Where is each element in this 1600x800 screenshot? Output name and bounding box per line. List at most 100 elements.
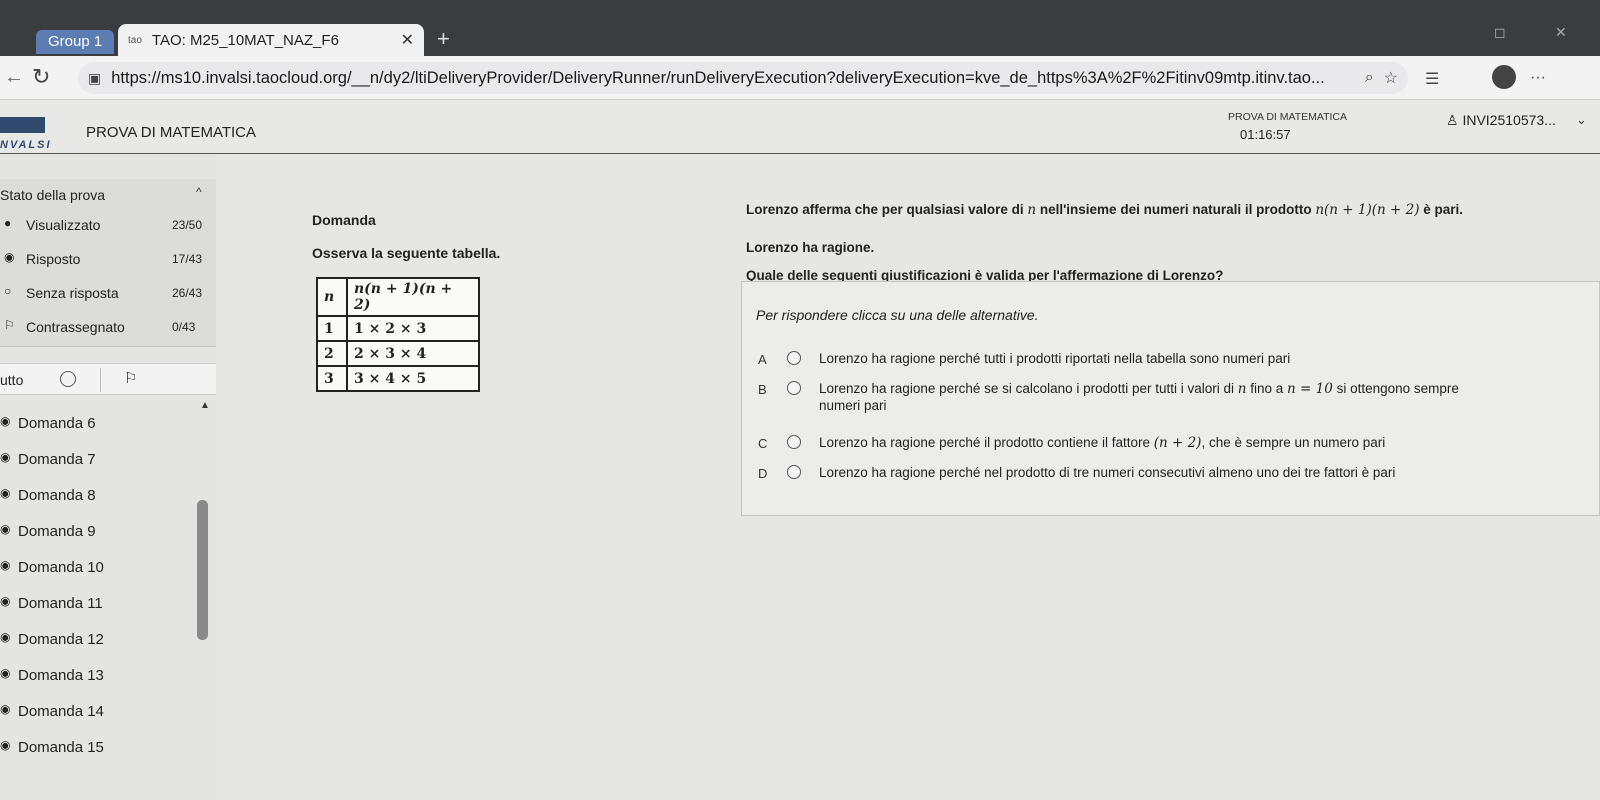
user-id: INVI2510573... [1462,112,1556,128]
table-row: 1 1 × 2 × 3 [316,315,480,342]
table-row: 2 2 × 3 × 4 [316,340,480,367]
table-cell: 2 × 3 × 4 [346,340,480,367]
table-cell: 3 [316,365,348,392]
restore-window-icon[interactable]: ◻ [1494,24,1506,41]
tao-favicon-icon: tao [128,34,142,46]
question-label: Domanda 13 [18,667,104,684]
timer-label: PROVA DI MATEMATICA [1228,111,1348,123]
close-tab-icon[interactable]: ✕ [401,30,414,50]
choice-d[interactable]: D Lorenzo ha ragione perché nel prodotto… [742,458,1600,488]
app-header: NVALSI PROVA DI MATEMATICA PROVA DI MATE… [0,100,1600,154]
zoom-search-icon[interactable]: ⌕ [1365,69,1374,87]
flag-icon: ⚐ [4,318,15,332]
logo-text: NVALSI [0,139,52,151]
question-item[interactable]: ◉ Domanda 9 [0,519,190,545]
flagged-filter-icon[interactable]: ⚐ [124,369,137,387]
answered-icon: ◉ [0,666,11,680]
viewed-icon: ● [4,216,12,230]
close-window-icon[interactable]: ✕ [1555,24,1567,41]
site-info-icon[interactable]: ▣ [88,70,101,87]
answer-instruction: Per rispondere clicca su una delle alter… [756,307,1039,323]
url-field[interactable]: ▣ https://ms10.invalsi.taocloud.org/__n/… [78,62,1408,94]
url-text: https://ms10.invalsi.taocloud.org/__n/dy… [111,68,1325,87]
statement-part: Lorenzo afferma che per qualsiasi valore… [746,202,1024,217]
question-item[interactable]: ◉ Domanda 11 [0,591,190,617]
radio-button[interactable] [787,351,801,365]
status-count: 23/50 [172,218,203,232]
radio-button[interactable] [787,435,801,449]
question-item[interactable]: ◉ Domanda 8 [0,483,190,509]
question-label: Domanda 12 [18,631,104,648]
question-item[interactable]: ◉ Domanda 6 [0,411,190,437]
filter-bar: utto ⚐ [0,363,216,395]
table-cell: 1 [316,315,348,342]
filter-divider [100,368,101,392]
unanswered-filter-icon[interactable] [60,371,76,387]
choice-text-part: Lorenzo ha ragione perché il prodotto co… [819,435,1150,450]
filter-all-tab[interactable]: utto [0,372,23,388]
profile-avatar[interactable] [1492,65,1516,89]
question-item[interactable]: ◉ Domanda 15 [0,735,190,761]
status-viewed[interactable]: ● Visualizzato 23/50 [0,215,216,239]
table-header: n(n + 1)(n + 2) [346,277,480,317]
choice-text-part: Lorenzo ha ragione perché se si calcolan… [819,381,1234,396]
table-intro: Osserva la seguente tabella. [312,245,501,261]
collapse-caret-icon[interactable]: ^ [196,185,202,199]
choice-b[interactable]: B Lorenzo ha ragione perché se si calcol… [742,374,1600,420]
choice-c[interactable]: C Lorenzo ha ragione perché il prodotto … [742,428,1600,458]
math-var: n [1237,381,1247,397]
choice-letter: C [758,436,768,451]
choice-letter: B [758,382,767,397]
unanswered-icon: ○ [4,284,12,298]
favorites-list-icon[interactable]: ☰ [1425,69,1439,89]
answered-icon: ◉ [4,250,15,264]
favorite-star-icon[interactable]: ☆ [1384,68,1398,88]
claim-text: Lorenzo ha ragione. [746,240,875,255]
back-icon[interactable]: ← [4,66,24,89]
more-menu-icon[interactable]: ··· [1530,69,1546,87]
choice-a[interactable]: A Lorenzo ha ragione perché tutti i prod… [742,344,1600,374]
statement-part: nell'insieme dei numeri naturali il prod… [1039,202,1312,217]
status-label: Senza risposta [26,285,119,301]
status-panel-title: Stato della prova [0,187,106,203]
tab-group-label[interactable]: Group 1 [36,30,115,54]
question-label: Domanda 8 [18,487,96,504]
review-sidebar: Stato della prova ^ ● Visualizzato 23/50… [0,155,216,800]
choice-text: Lorenzo ha ragione perché nel prodotto d… [819,465,1396,480]
status-flagged[interactable]: ⚐ Contrassegnato 0/43 [0,317,216,341]
user-icon: ♙ [1446,112,1459,128]
choice-text-part: si ottengono sempre [1336,381,1459,396]
status-unanswered[interactable]: ○ Senza risposta 26/43 [0,283,216,307]
status-label: Visualizzato [26,217,101,233]
tab-title: TAO: M25_10MAT_NAZ_F6 [151,31,339,49]
status-label: Risposto [26,251,81,267]
question-item[interactable]: ◉ Domanda 13 [0,663,190,689]
choice-text-part: , che è sempre un numero pari [1201,435,1386,450]
question-item[interactable]: ◉ Domanda 10 [0,555,190,581]
radio-button[interactable] [787,381,801,395]
test-title: PROVA DI MATEMATICA [86,124,257,141]
sidebar-scrollbar[interactable] [197,500,208,640]
question-item[interactable]: ◉ Domanda 7 [0,447,190,473]
browser-tab[interactable]: tao TAO: M25_10MAT_NAZ_F6 ✕ [118,24,424,56]
question-item[interactable]: ◉ Domanda 12 [0,627,190,653]
chevron-down-icon[interactable]: ⌄ [1576,112,1587,128]
question-label: Domanda 10 [18,559,104,576]
status-count: 26/43 [172,286,203,300]
radio-button[interactable] [787,465,801,479]
address-bar: ← ↻ ▣ https://ms10.invalsi.taocloud.org/… [0,56,1600,100]
question-heading: Domanda [312,212,376,228]
scroll-up-icon[interactable]: ▲ [200,400,210,411]
status-answered[interactable]: ◉ Risposto 17/43 [0,249,216,273]
answered-icon: ◉ [0,522,11,536]
user-menu[interactable]: ♙ INVI2510573... [1446,112,1556,129]
products-table: n n(n + 1)(n + 2) 1 1 × 2 × 3 2 2 × 3 × … [316,277,480,392]
test-status-panel: Stato della prova ^ ● Visualizzato 23/50… [0,179,216,347]
question-item[interactable]: ◉ Domanda 14 [0,699,190,725]
answered-icon: ◉ [0,738,11,752]
answer-panel: Per rispondere clicca su una delle alter… [741,281,1600,516]
answered-icon: ◉ [0,450,11,464]
countdown-timer: 01:16:57 [1240,127,1291,142]
new-tab-icon[interactable]: + [437,26,450,52]
reload-icon[interactable]: ↻ [32,64,50,90]
